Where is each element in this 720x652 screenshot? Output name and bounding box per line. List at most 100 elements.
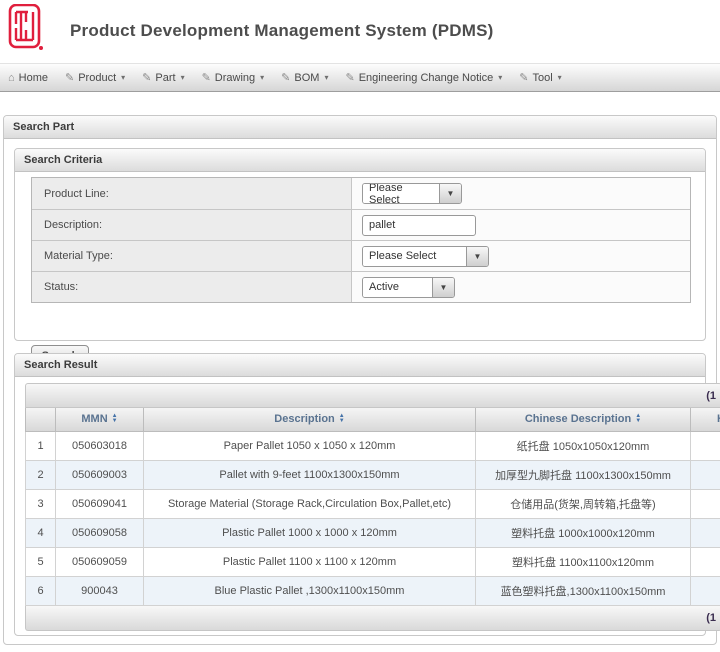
- mmn-cell[interactable]: 050609003: [56, 460, 144, 489]
- row-number-cell[interactable]: 3: [26, 489, 56, 518]
- description-cell[interactable]: Plastic Pallet 1000 x 1000 x 120mm: [144, 518, 476, 547]
- material-type-select[interactable]: Please Select ▼: [362, 246, 489, 267]
- nav-item-drawing[interactable]: ✎ Drawing ▾: [202, 71, 265, 84]
- search-result-header: Search Result: [15, 354, 705, 377]
- clipped-cell[interactable]: [691, 576, 720, 605]
- chinese-description-column-header[interactable]: Chinese Description▲▼: [476, 408, 691, 431]
- chinese-description-cell[interactable]: 蓝色塑料托盘,1300x1100x150mm: [476, 576, 691, 605]
- chevron-down-icon: ▾: [558, 73, 562, 82]
- sort-icon: ▲▼: [635, 414, 641, 424]
- search-result-panel: Search Result (1 MMN▲▼ Description▲▼ Chi…: [14, 353, 706, 636]
- chevron-down-icon: ▼: [447, 189, 455, 198]
- form-row-description: Description:: [32, 209, 690, 240]
- product-line-dropdown-button[interactable]: ▼: [439, 184, 461, 203]
- clipped-cell[interactable]: [691, 431, 720, 460]
- table-row[interactable]: 3 050609041 Storage Material (Storage Ra…: [26, 489, 720, 518]
- material-type-label: Material Type:: [32, 241, 352, 271]
- table-row[interactable]: 1 050603018 Paper Pallet 1050 x 1050 x 1…: [26, 431, 720, 460]
- nav-item-engineering-change-notice[interactable]: ✎ Engineering Change Notice ▾: [345, 71, 502, 84]
- chevron-down-icon: ▼: [440, 283, 448, 292]
- table-row[interactable]: 6 900043 Blue Plastic Pallet ,1300x1100x…: [26, 576, 720, 605]
- description-cell[interactable]: Blue Plastic Pallet ,1300x1100x150mm: [144, 576, 476, 605]
- description-cell[interactable]: Plastic Pallet 1100 x 1100 x 120mm: [144, 547, 476, 576]
- table-row[interactable]: 5 050609059 Plastic Pallet 1100 x 1100 x…: [26, 547, 720, 576]
- nav-item-bom[interactable]: ✎ BOM ▾: [281, 71, 328, 84]
- page: { "header": { "title": "Product Developm…: [0, 0, 720, 652]
- description-cell[interactable]: Storage Material (Storage Rack,Circulati…: [144, 489, 476, 518]
- mmn-column-header[interactable]: MMN▲▼: [56, 408, 144, 431]
- status-select[interactable]: Active ▼: [362, 277, 455, 298]
- mmn-cell[interactable]: 050609059: [56, 547, 144, 576]
- material-type-dropdown-button[interactable]: ▼: [466, 247, 488, 266]
- status-cell: Active ▼: [352, 272, 690, 302]
- row-number-cell[interactable]: 4: [26, 518, 56, 547]
- clipped-cell[interactable]: [691, 489, 720, 518]
- page-title: Product Development Management System (P…: [70, 21, 494, 41]
- description-cell[interactable]: Paper Pallet 1050 x 1050 x 120mm: [144, 431, 476, 460]
- table-row[interactable]: 2 050609003 Pallet with 9-feet 1100x1300…: [26, 460, 720, 489]
- product-line-cell: Please Select ▼: [352, 178, 690, 209]
- clipped-column-header[interactable]: H: [691, 408, 720, 431]
- status-label: Status:: [32, 272, 352, 302]
- description-input[interactable]: [362, 215, 476, 236]
- form-row-product-line: Product Line: Please Select ▼: [32, 178, 690, 209]
- search-part-panel: Search Part Search Criteria Product Line…: [3, 115, 717, 645]
- pencil-icon: ✎: [142, 71, 151, 84]
- row-number-cell[interactable]: 1: [26, 431, 56, 460]
- chinese-description-cell[interactable]: 加厚型九脚托盘 1100x1300x150mm: [476, 460, 691, 489]
- nav-item-product[interactable]: ✎ Product ▾: [65, 71, 125, 84]
- product-line-value[interactable]: Please Select: [363, 184, 439, 203]
- nav-label: Tool: [532, 72, 552, 84]
- form-row-material-type: Material Type: Please Select ▼: [32, 240, 690, 271]
- sort-icon: ▲▼: [339, 414, 345, 424]
- product-line-select[interactable]: Please Select ▼: [362, 183, 462, 204]
- mmn-cell[interactable]: 050609058: [56, 518, 144, 547]
- row-number-cell[interactable]: 2: [26, 460, 56, 489]
- chevron-down-icon: ▾: [181, 73, 185, 82]
- table-row[interactable]: 4 050609058 Plastic Pallet 1000 x 1000 x…: [26, 518, 720, 547]
- search-criteria-panel: Search Criteria Product Line: Please Sel…: [14, 148, 706, 341]
- mmn-cell[interactable]: 050603018: [56, 431, 144, 460]
- clipped-cell[interactable]: [691, 518, 720, 547]
- sort-icon: ▲▼: [112, 414, 118, 424]
- nav-label: Engineering Change Notice: [359, 72, 494, 84]
- result-grid: (1 MMN▲▼ Description▲▼ Chinese Descripti…: [25, 383, 720, 631]
- pager-top-text: (1: [706, 390, 716, 402]
- chevron-down-icon: ▾: [121, 73, 125, 82]
- row-number-cell[interactable]: 6: [26, 576, 56, 605]
- pencil-icon: ✎: [281, 71, 290, 84]
- app-header: Product Development Management System (P…: [0, 0, 720, 62]
- description-column-header[interactable]: Description▲▼: [144, 408, 476, 431]
- nav-label: BOM: [294, 72, 319, 84]
- chevron-down-icon: ▾: [324, 73, 328, 82]
- row-number-cell[interactable]: 5: [26, 547, 56, 576]
- chevron-down-icon: ▾: [260, 73, 264, 82]
- mmn-cell[interactable]: 050609041: [56, 489, 144, 518]
- criteria-form: Product Line: Please Select ▼ Descriptio…: [31, 177, 691, 303]
- description-cell[interactable]: Pallet with 9-feet 1100x1300x150mm: [144, 460, 476, 489]
- clipped-cell[interactable]: [691, 460, 720, 489]
- mmn-cell[interactable]: 900043: [56, 576, 144, 605]
- nav-item-tool[interactable]: ✎ Tool ▾: [519, 71, 561, 84]
- nav-label: Product: [78, 72, 116, 84]
- pencil-icon: ✎: [345, 71, 354, 84]
- clipped-cell[interactable]: [691, 547, 720, 576]
- status-dropdown-button[interactable]: ▼: [432, 278, 454, 297]
- status-value[interactable]: Active: [363, 278, 432, 297]
- description-label: Description:: [32, 210, 352, 240]
- nav-item-home[interactable]: ⌂ Home: [8, 72, 48, 84]
- nav-label: Drawing: [215, 72, 255, 84]
- chinese-description-cell[interactable]: 纸托盘 1050x1050x120mm: [476, 431, 691, 460]
- material-type-value[interactable]: Please Select: [363, 247, 466, 266]
- table-header-row: MMN▲▼ Description▲▼ Chinese Description▲…: [26, 408, 720, 431]
- nav-label: Part: [155, 72, 175, 84]
- chinese-description-cell[interactable]: 塑料托盘 1100x1100x120mm: [476, 547, 691, 576]
- nav-item-part[interactable]: ✎ Part ▾: [142, 71, 184, 84]
- pager-bottom-text: (1: [706, 612, 716, 624]
- pager-bottom: (1: [25, 606, 720, 631]
- chinese-description-cell[interactable]: 塑料托盘 1000x1000x120mm: [476, 518, 691, 547]
- chinese-description-cell[interactable]: 仓储用品(货架,周转箱,托盘等): [476, 489, 691, 518]
- pencil-icon: ✎: [202, 71, 211, 84]
- main-navbar: ⌂ Home ✎ Product ▾ ✎ Part ▾ ✎ Drawing ▾ …: [0, 63, 720, 92]
- chevron-down-icon: ▼: [474, 252, 482, 261]
